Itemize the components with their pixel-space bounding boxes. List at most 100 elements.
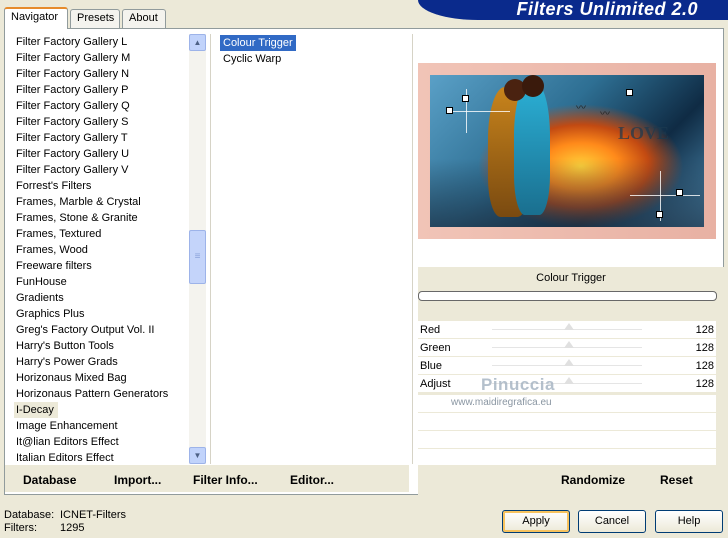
preview-art-text: LOVE — [618, 123, 670, 143]
param-row-empty — [418, 431, 716, 449]
category-item[interactable]: I-Decay — [14, 402, 58, 418]
category-row: Filter Factory Gallery S — [14, 114, 191, 130]
param-label: Adjust — [420, 378, 451, 390]
category-row: I-Decay — [14, 402, 191, 418]
filter-item[interactable]: Colour Trigger — [220, 35, 296, 51]
filter-list[interactable]: Colour Trigger Cyclic Warp — [220, 35, 410, 67]
category-item[interactable]: Greg's Factory Output Vol. II — [14, 322, 191, 338]
list-divider — [210, 34, 211, 464]
category-item[interactable]: Filter Factory Gallery P — [14, 82, 191, 98]
category-item[interactable]: Filter Factory Gallery T — [14, 130, 191, 146]
category-item[interactable]: Filter Factory Gallery M — [14, 50, 191, 66]
deco-square — [656, 211, 663, 218]
category-row: Forrest's Filters — [14, 178, 191, 194]
param-value: 128 — [695, 360, 714, 372]
head-man — [522, 75, 544, 97]
category-item[interactable]: Filter Factory Gallery N — [14, 66, 191, 82]
category-item[interactable]: Filter Factory Gallery S — [14, 114, 191, 130]
navigator-panel: Filter Factory Gallery L Filter Factory G… — [4, 28, 724, 495]
category-item[interactable]: Horizonaus Pattern Generators — [14, 386, 191, 402]
category-item[interactable]: Gradients — [14, 290, 191, 306]
param-row[interactable]: Green 128 — [418, 339, 716, 357]
category-item[interactable]: Frames, Marble & Crystal — [14, 194, 191, 210]
category-row: Filter Factory Gallery Q — [14, 98, 191, 114]
slider-thumb-icon[interactable] — [564, 377, 574, 384]
deco-line — [630, 195, 700, 196]
apply-button[interactable]: Apply — [502, 510, 570, 533]
category-item[interactable]: Filter Factory Gallery Q — [14, 98, 191, 114]
category-row: Graphics Plus — [14, 306, 191, 322]
reset-button[interactable]: Reset — [660, 473, 693, 487]
app-title-banner: Filters Unlimited 2.0 — [418, 0, 728, 20]
bird-icon: 〰 — [576, 103, 586, 114]
category-item[interactable]: Harry's Button Tools — [14, 338, 191, 354]
param-value: 128 — [695, 342, 714, 354]
deco-square — [446, 107, 453, 114]
database-status-value: ICNET-Filters — [60, 509, 126, 521]
category-item[interactable]: Filter Factory Gallery V — [14, 162, 191, 178]
scroll-down-icon[interactable]: ▼ — [189, 447, 206, 464]
param-label: Red — [420, 324, 441, 336]
category-row: Horizonaus Pattern Generators — [14, 386, 191, 402]
randomize-button[interactable]: Randomize — [561, 473, 625, 487]
category-item[interactable]: Image Enhancement — [14, 418, 191, 434]
category-item[interactable]: Forrest's Filters — [14, 178, 191, 194]
category-item[interactable]: It@lian Editors Effect — [14, 434, 191, 450]
list-divider-right — [412, 34, 413, 464]
database-status-label: Database: — [4, 509, 55, 521]
preview-frame: LOVE 〰 〰 — [418, 63, 716, 239]
category-item[interactable]: Horizonaus Mixed Bag — [14, 370, 191, 386]
param-row[interactable]: Adjust 128 — [418, 375, 716, 393]
right-button-bar: Randomize Reset — [418, 465, 724, 492]
category-row: Freeware filters — [14, 258, 191, 274]
tab-about[interactable]: About — [122, 9, 166, 28]
category-item[interactable]: Frames, Wood — [14, 242, 191, 258]
watermark-name: Pinuccia — [481, 375, 555, 394]
category-item[interactable]: Graphics Plus — [14, 306, 191, 322]
param-label: Green — [420, 342, 451, 354]
param-label: Blue — [420, 360, 443, 372]
category-item[interactable]: Freeware filters — [14, 258, 191, 274]
category-item[interactable]: Filter Factory Gallery U — [14, 146, 191, 162]
cancel-button[interactable]: Cancel — [578, 510, 646, 533]
slider-thumb-icon[interactable] — [564, 341, 574, 348]
import-button[interactable]: Import... — [114, 473, 161, 487]
tab-navigator[interactable]: Navigator — [4, 7, 68, 29]
tab-presets[interactable]: Presets — [70, 9, 120, 28]
deco-square — [676, 189, 683, 196]
category-row: Filter Factory Gallery L — [14, 34, 191, 50]
filters-count-value: 1295 — [60, 522, 85, 534]
category-list[interactable]: Filter Factory Gallery L Filter Factory G… — [14, 34, 191, 464]
help-button[interactable]: Help — [655, 510, 723, 533]
param-row[interactable]: Blue 128 — [418, 357, 716, 375]
scroll-up-icon[interactable]: ▲ — [189, 34, 206, 51]
status-info: Database: ICNET-Filters Filters: 1295 — [4, 509, 126, 535]
preview-image: LOVE 〰 〰 — [430, 75, 704, 227]
filter-item[interactable]: Cyclic Warp — [220, 51, 284, 67]
category-item[interactable]: Frames, Textured — [14, 226, 191, 242]
category-row: Frames, Wood — [14, 242, 191, 258]
category-row: Horizonaus Mixed Bag — [14, 370, 191, 386]
category-item[interactable]: Filter Factory Gallery L — [14, 34, 191, 50]
category-item[interactable]: Italian Editors Effect — [14, 450, 191, 464]
filter-info-button[interactable]: Filter Info... — [193, 473, 258, 487]
category-item[interactable]: FunHouse — [14, 274, 191, 290]
scroll-thumb[interactable]: ≡ — [189, 230, 206, 284]
filters-count-label: Filters: — [4, 522, 37, 534]
category-item[interactable]: Frames, Stone & Granite — [14, 210, 191, 226]
category-row: Filter Factory Gallery P — [14, 82, 191, 98]
category-row: Harry's Power Grads — [14, 354, 191, 370]
slider-thumb-icon[interactable] — [564, 359, 574, 366]
category-row: Filter Factory Gallery U — [14, 146, 191, 162]
param-row[interactable]: Red 128 — [418, 321, 716, 339]
slider-thumb-icon[interactable] — [564, 323, 574, 330]
category-row: Image Enhancement — [14, 418, 191, 434]
category-item[interactable]: Harry's Power Grads — [14, 354, 191, 370]
deco-line — [450, 111, 510, 112]
database-button[interactable]: Database — [23, 473, 76, 487]
category-row: Frames, Stone & Granite — [14, 210, 191, 226]
param-value: 128 — [695, 378, 714, 390]
param-row-empty — [418, 413, 716, 431]
editor-button[interactable]: Editor... — [290, 473, 334, 487]
category-scrollbar[interactable]: ▲ ≡ ▼ — [189, 34, 206, 464]
